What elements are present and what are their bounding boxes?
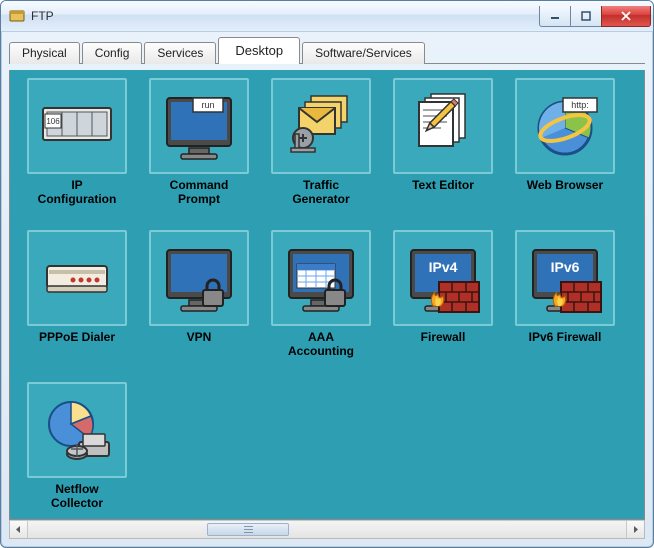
tab-services[interactable]: Services [144, 42, 216, 64]
maximize-button[interactable] [570, 6, 602, 27]
app-label: NetflowCollector [51, 482, 103, 510]
app-label: IPv6 Firewall [529, 330, 602, 344]
scroll-track[interactable] [28, 521, 626, 538]
tab-physical[interactable]: Physical [9, 42, 80, 64]
app-command-prompt[interactable]: run CommandPrompt [140, 78, 258, 228]
horizontal-scrollbar[interactable] [9, 520, 645, 539]
desktop-panel: 106 IPConfiguration run CommandPrompt Tr… [9, 70, 645, 520]
svg-text:run: run [201, 100, 214, 110]
app-netflow-collector[interactable]: NetflowCollector [18, 382, 136, 520]
app-label: IPConfiguration [38, 178, 117, 206]
app-firewall[interactable]: IPv4 Firewall [384, 230, 502, 380]
app-label: Text Editor [412, 178, 474, 192]
window-title: FTP [31, 9, 540, 23]
app-traffic-generator[interactable]: TrafficGenerator [262, 78, 380, 228]
vpn-icon [149, 230, 249, 326]
pppoe-dialer-icon [27, 230, 127, 326]
text-editor-icon [393, 78, 493, 174]
titlebar: FTP [1, 1, 653, 32]
app-ipv6-firewall[interactable]: IPv6 IPv6 Firewall [506, 230, 624, 380]
app-ip-configuration[interactable]: 106 IPConfiguration [18, 78, 136, 228]
app-text-editor[interactable]: Text Editor [384, 78, 502, 228]
aaa-accounting-icon [271, 230, 371, 326]
app-label: CommandPrompt [170, 178, 229, 206]
tab-config[interactable]: Config [82, 42, 143, 64]
content-area: 106 IPConfiguration run CommandPrompt Tr… [1, 64, 653, 547]
scroll-right-button[interactable] [626, 521, 644, 538]
svg-text:http:: http: [571, 100, 589, 110]
firewall-ipv6-icon: IPv6 [515, 230, 615, 326]
app-web-browser[interactable]: http: Web Browser [506, 78, 624, 228]
minimize-button[interactable] [539, 6, 571, 27]
web-browser-icon: http: [515, 78, 615, 174]
netflow-collector-icon [27, 382, 127, 478]
app-label: AAAAccounting [288, 330, 354, 358]
app-pppoe-dialer[interactable]: PPPoE Dialer [18, 230, 136, 380]
app-window: FTP PhysicalConfigServicesDesktopSoftwar… [0, 0, 654, 548]
app-icon [9, 8, 25, 24]
app-label: Web Browser [527, 178, 603, 192]
command-prompt-icon: run [149, 78, 249, 174]
app-label: TrafficGenerator [292, 178, 349, 206]
svg-text:106: 106 [46, 117, 60, 126]
app-label: Firewall [421, 330, 466, 344]
ip-config-icon: 106 [27, 78, 127, 174]
window-buttons [540, 6, 651, 26]
scroll-thumb[interactable] [207, 523, 289, 536]
app-vpn[interactable]: VPN [140, 230, 258, 380]
firewall-ipv4-icon: IPv4 [393, 230, 493, 326]
svg-text:IPv6: IPv6 [551, 259, 580, 275]
svg-text:IPv4: IPv4 [429, 259, 458, 275]
close-button[interactable] [601, 6, 651, 27]
app-label: VPN [187, 330, 212, 344]
traffic-generator-icon [271, 78, 371, 174]
tab-desktop[interactable]: Desktop [218, 37, 300, 64]
app-label: PPPoE Dialer [39, 330, 115, 344]
app-aaa-accounting[interactable]: AAAAccounting [262, 230, 380, 380]
tabs-row: PhysicalConfigServicesDesktopSoftware/Se… [1, 32, 653, 63]
scroll-left-button[interactable] [10, 521, 28, 538]
apps-grid: 106 IPConfiguration run CommandPrompt Tr… [18, 78, 636, 520]
tab-software-services[interactable]: Software/Services [302, 42, 425, 64]
